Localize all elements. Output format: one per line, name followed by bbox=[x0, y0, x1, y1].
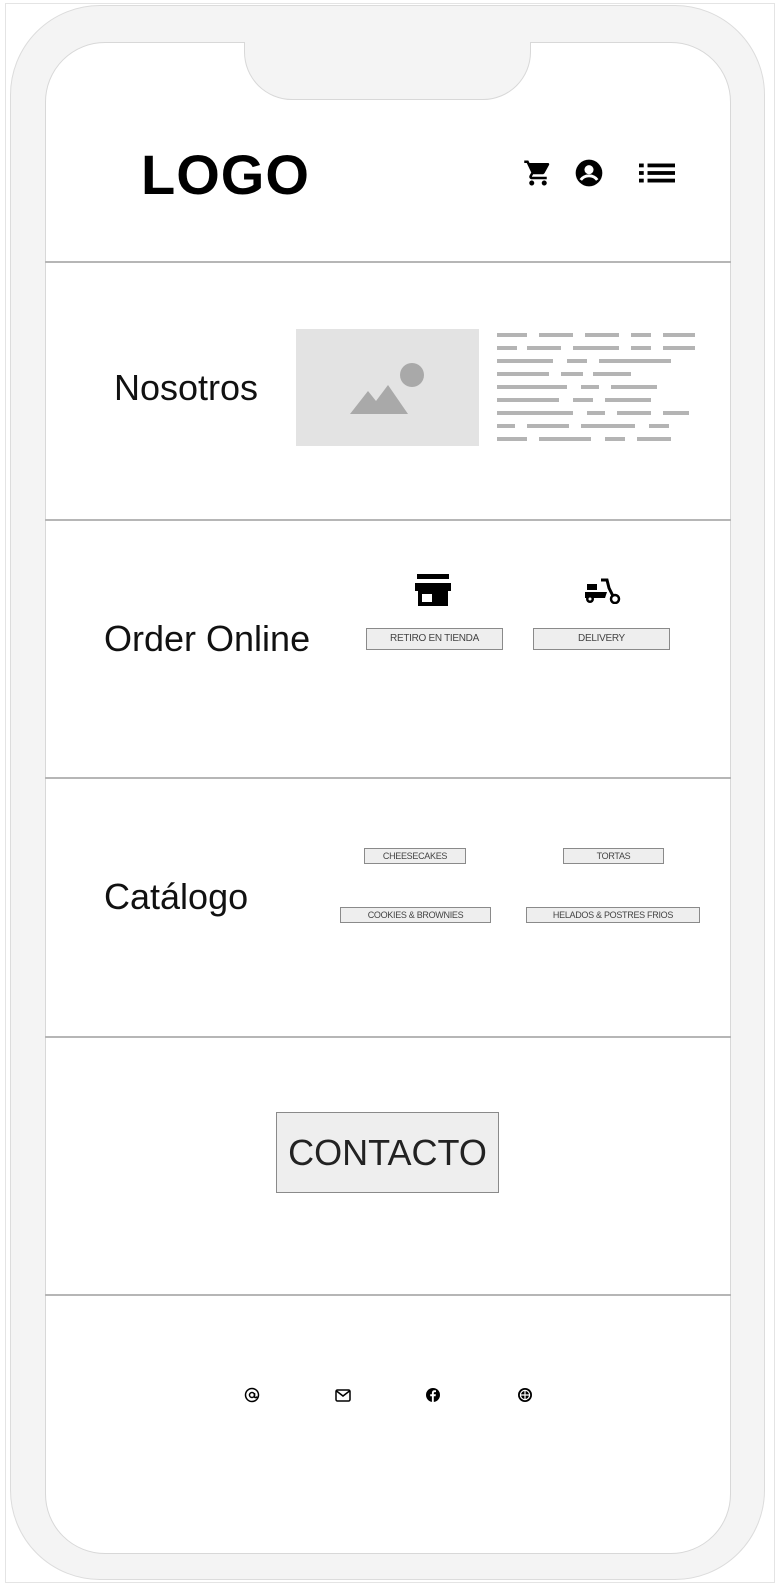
divider bbox=[45, 261, 731, 263]
cart-icon[interactable] bbox=[520, 155, 556, 191]
divider bbox=[45, 1036, 731, 1038]
web-icon[interactable] bbox=[515, 1384, 535, 1406]
retiro-en-tienda-button[interactable]: RETIRO EN TIENDA bbox=[366, 628, 503, 650]
delivery-button[interactable]: DELIVERY bbox=[533, 628, 670, 650]
section-title-catalogo[interactable]: Catálogo bbox=[104, 876, 248, 918]
about-image bbox=[296, 329, 479, 446]
store-icon bbox=[415, 573, 451, 607]
mail-icon[interactable] bbox=[333, 1384, 353, 1406]
divider bbox=[45, 519, 731, 521]
catalog-item-tortas[interactable]: TORTAS bbox=[563, 848, 664, 864]
catalog-item-cheesecakes[interactable]: CHEESECAKES bbox=[364, 848, 466, 864]
divider bbox=[45, 1294, 731, 1296]
catalog-item-cookies-brownies[interactable]: COOKIES & BROWNIES bbox=[340, 907, 491, 923]
logo[interactable]: LOGO bbox=[141, 142, 310, 208]
facebook-icon[interactable] bbox=[423, 1384, 443, 1406]
scooter-icon bbox=[583, 576, 623, 605]
section-title-order-online[interactable]: Order Online bbox=[104, 618, 310, 660]
phone-notch bbox=[244, 42, 531, 100]
menu-list-icon[interactable] bbox=[639, 155, 675, 191]
section-title-nosotros[interactable]: Nosotros bbox=[114, 367, 258, 409]
phone-screen bbox=[45, 42, 731, 1554]
catalog-item-helados-postres[interactable]: HELADOS & POSTRES FRIOS bbox=[526, 907, 700, 923]
at-icon[interactable] bbox=[242, 1384, 262, 1406]
account-icon[interactable] bbox=[571, 155, 607, 191]
divider bbox=[45, 777, 731, 779]
contacto-button[interactable]: CONTACTO bbox=[276, 1112, 499, 1193]
about-text-placeholder bbox=[497, 333, 697, 448]
image-placeholder-icon bbox=[350, 363, 424, 414]
